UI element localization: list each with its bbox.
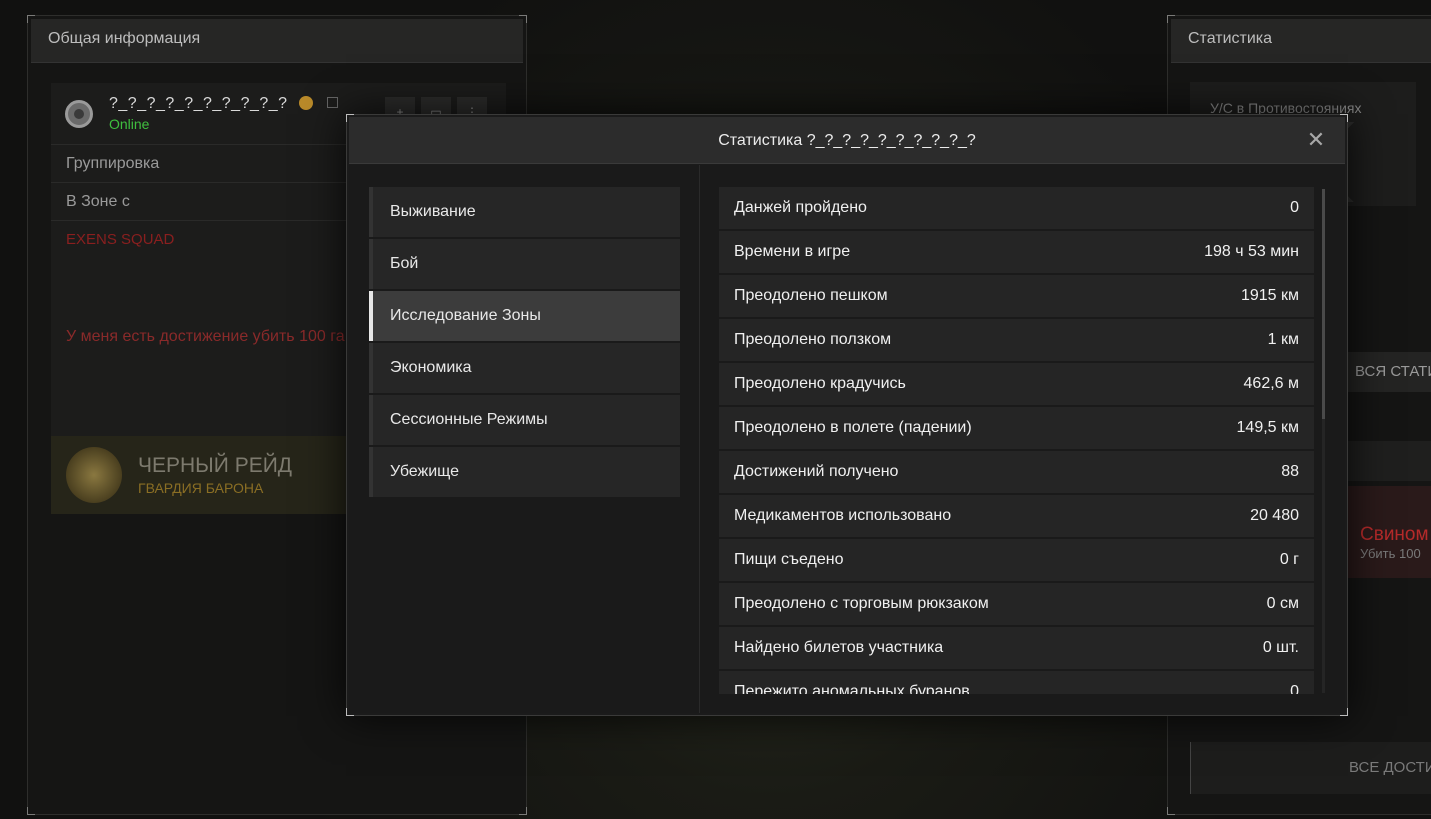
stat-value: 0 xyxy=(1290,199,1299,216)
modal-body: Выживание Бой Исследование Зоны Экономика Се… xyxy=(349,165,1345,713)
scrollbar[interactable] xyxy=(1322,189,1325,693)
stat-label: Пищи съедено xyxy=(734,551,844,568)
stat-row: Медикаментов использовано 20 480 xyxy=(719,495,1314,537)
statistics-title: Статистика xyxy=(1171,19,1431,63)
stat-value: 0 см xyxy=(1266,595,1299,612)
category-tabs: Выживание Бой Исследование Зоны Экономика Се… xyxy=(369,187,680,499)
stat-value: 88 xyxy=(1281,463,1299,480)
raid-title: ЧЕРНЫЙ РЕЙД xyxy=(138,454,293,477)
stat-label: Преодолено ползком xyxy=(734,331,892,348)
stat-value: 0 шт. xyxy=(1262,639,1299,656)
tab-item[interactable]: Выживание xyxy=(369,187,680,237)
stat-label: Преодолено крадучись xyxy=(734,375,906,392)
stat-row: Преодолено с торговым рюкзаком 0 см xyxy=(719,583,1314,625)
stat-row: Пережито аномальных буранов 0 xyxy=(719,671,1314,694)
stat-value: 1915 км xyxy=(1240,287,1299,304)
stat-label: Преодолено в полете (падении) xyxy=(734,419,972,436)
stat-value: 0 г xyxy=(1279,551,1299,568)
tab-item[interactable]: Экономика xyxy=(369,343,680,393)
tab-item[interactable]: Исследование Зоны xyxy=(369,291,680,341)
raid-subtitle: ГВАРДИЯ БАРОНА xyxy=(138,480,264,496)
statistics-modal: Статистика ?_?_?_?_?_?_?_?_?_? ✕ Выживан… xyxy=(346,114,1348,716)
stat-label: Найдено билетов участника xyxy=(734,639,944,656)
stat-row: Пищи съедено 0 г xyxy=(719,539,1314,581)
achievement-title: Свином xyxy=(1360,524,1429,545)
close-icon[interactable]: ✕ xyxy=(1305,129,1327,151)
stat-label: Времени в игре xyxy=(734,243,851,260)
general-info-title: Общая информация xyxy=(31,19,523,63)
achievements-header xyxy=(1346,441,1431,481)
stat-label: Достижений получено xyxy=(734,463,899,480)
stat-label: Преодолено пешком xyxy=(734,287,888,304)
divider xyxy=(699,165,700,713)
tab-item[interactable]: Бой xyxy=(369,239,680,289)
all-achievements-button[interactable]: ВСЕ ДОСТИ xyxy=(1190,742,1431,794)
skull-icon xyxy=(66,447,122,503)
stat-row: Преодолено в полете (падении) 149,5 км xyxy=(719,407,1314,449)
all-stats-button[interactable]: ВСЯ СТАТИ xyxy=(1346,352,1431,392)
stat-row: Найдено билетов участника 0 шт. xyxy=(719,627,1314,669)
rank-icon xyxy=(65,99,93,128)
tab-item[interactable]: Убежище xyxy=(369,447,680,497)
stat-row: Достижений получено 88 xyxy=(719,451,1314,493)
stat-row: Данжей пройдено 0 xyxy=(719,187,1314,229)
stat-label: Преодолено с торговым рюкзаком xyxy=(734,595,989,612)
stat-label: Данжей пройдено xyxy=(734,199,867,216)
stat-row: Преодолено крадучись 462,6 м xyxy=(719,363,1314,405)
online-status: Online xyxy=(109,116,150,132)
stat-value: 20 480 xyxy=(1250,507,1299,524)
tab-item[interactable]: Сессионные Режимы xyxy=(369,395,680,445)
stat-value: 0 xyxy=(1290,683,1299,694)
stat-value: 198 ч 53 мин xyxy=(1204,243,1299,260)
copy-icon[interactable] xyxy=(327,97,339,108)
stat-row: Времени в игре 198 ч 53 мин xyxy=(719,231,1314,273)
stat-label: Пережито аномальных буранов xyxy=(734,683,970,694)
achievement-card[interactable]: Свином Убить 100 xyxy=(1346,486,1431,578)
stat-label: Медикаментов использовано xyxy=(734,507,952,524)
achievement-desc: Убить 100 xyxy=(1360,546,1421,561)
stat-value: 149,5 км xyxy=(1236,419,1299,436)
scrollbar-thumb[interactable] xyxy=(1322,189,1325,419)
modal-title: Статистика ?_?_?_?_?_?_?_?_?_? xyxy=(718,132,976,149)
badge-icon xyxy=(298,96,313,110)
stat-value: 1 км xyxy=(1267,331,1299,348)
modal-header: Статистика ?_?_?_?_?_?_?_?_?_? ✕ xyxy=(349,117,1345,164)
stats-list: Данжей пройдено 0 Времени в игре 198 ч 53 м… xyxy=(719,187,1314,694)
stat-row: Преодолено пешком 1915 км xyxy=(719,275,1314,317)
stat-value: 462,6 м xyxy=(1243,375,1299,392)
player-name: ?_?_?_?_?_?_?_?_?_? xyxy=(109,95,288,112)
stat-row: Преодолено ползком 1 км xyxy=(719,319,1314,361)
